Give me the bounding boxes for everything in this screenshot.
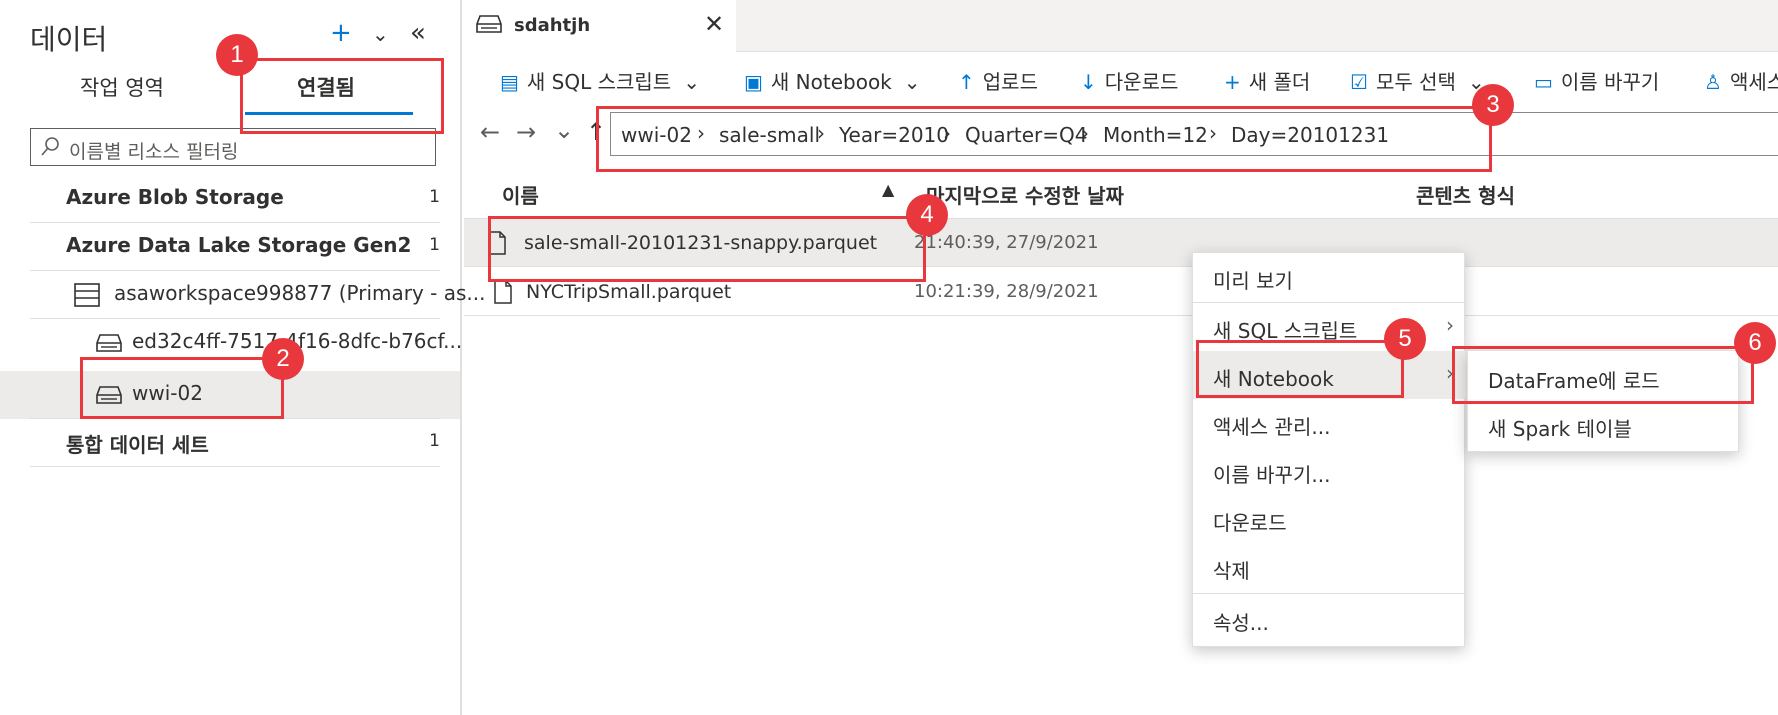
download-icon: ↓ bbox=[1080, 70, 1097, 94]
forward-arrow-icon[interactable]: → bbox=[516, 118, 536, 146]
step-badge: 2 bbox=[262, 338, 304, 380]
button-label: 이름 바꾸기 bbox=[1560, 70, 1660, 94]
column-header-modified[interactable]: 마지막으로 수정한 날짜 bbox=[926, 180, 1124, 209]
filter-placeholder: 이름별 리소스 필터링 bbox=[69, 141, 239, 163]
menu-item-manage-access[interactable]: 액세스 관리... bbox=[1193, 399, 1466, 447]
tree-item-label: Azure Data Lake Storage Gen2 bbox=[66, 233, 412, 257]
menu-item-label: 다운로드 bbox=[1213, 511, 1287, 535]
step-badge: 6 bbox=[1734, 322, 1776, 364]
toolbar: ▤ 새 SQL 스크립트 ⌄ ▣ 새 Notebook ⌄ ↑ 업로드 ↓ 다운로드 + 새 … bbox=[464, 52, 1778, 108]
notebook-icon: ▣ bbox=[744, 70, 763, 94]
menu-item-properties[interactable]: 속성... bbox=[1193, 595, 1466, 643]
expand-all-icon[interactable]: ⌄ bbox=[372, 22, 389, 46]
highlight-box bbox=[488, 216, 926, 282]
highlight-box bbox=[596, 106, 1492, 172]
plus-icon: + bbox=[1224, 70, 1241, 94]
highlight-box bbox=[240, 58, 444, 134]
chevron-down-icon[interactable]: ⌄ bbox=[554, 116, 574, 144]
collapse-pane-icon[interactable]: « bbox=[410, 18, 426, 48]
download-button[interactable]: ↓ 다운로드 bbox=[1080, 66, 1178, 95]
file-modified-date: 10:21:39, 28/9/2021 bbox=[914, 281, 1099, 302]
close-icon[interactable]: ✕ bbox=[704, 10, 724, 38]
access-button[interactable]: ♙ 액세스 bbox=[1704, 66, 1778, 95]
button-label: 다운로드 bbox=[1104, 70, 1179, 94]
sql-script-icon: ▤ bbox=[500, 70, 519, 94]
context-menu: 미리 보기 새 SQL 스크립트 › 새 Notebook › 액세스 관리... … bbox=[1192, 252, 1466, 647]
pane-title: 데이터 bbox=[30, 23, 108, 56]
highlight-box bbox=[1452, 346, 1754, 404]
button-label: 새 Notebook bbox=[770, 70, 892, 94]
button-label: 액세스 bbox=[1729, 70, 1778, 94]
checkbox-icon: ☑ bbox=[1350, 70, 1368, 94]
step-badge: 5 bbox=[1384, 318, 1426, 360]
back-arrow-icon[interactable]: ← bbox=[480, 118, 500, 146]
menu-item-preview[interactable]: 미리 보기 bbox=[1193, 253, 1466, 301]
chevron-right-icon: › bbox=[1446, 313, 1454, 337]
menu-item-label: 이름 바꾸기... bbox=[1213, 463, 1331, 487]
highlight-box bbox=[80, 357, 284, 419]
menu-item-label: 액세스 관리... bbox=[1213, 415, 1331, 439]
step-badge: 4 bbox=[906, 194, 948, 236]
upload-icon: ↑ bbox=[958, 70, 975, 94]
item-count: 1 bbox=[429, 187, 440, 207]
tree-item-asaworkspace[interactable]: asaworkspace998877 (Primary - as... bbox=[30, 271, 485, 319]
tree-item-adls-gen2[interactable]: Azure Data Lake Storage Gen2 1 bbox=[30, 223, 440, 271]
tab-label: sdahtjh bbox=[514, 15, 591, 36]
menu-divider bbox=[1193, 593, 1466, 594]
menu-item-delete[interactable]: 삭제 bbox=[1193, 543, 1466, 591]
menu-item-label: 속성... bbox=[1213, 611, 1269, 635]
container-icon bbox=[96, 334, 122, 352]
select-all-button[interactable]: ☑ 모두 선택 ⌄ bbox=[1350, 66, 1485, 95]
tab-strip bbox=[736, 0, 1778, 52]
sort-ascending-icon[interactable]: ▲ bbox=[882, 180, 894, 199]
new-notebook-button[interactable]: ▣ 새 Notebook ⌄ bbox=[744, 66, 921, 95]
rename-button[interactable]: ▭ 이름 바꾸기 bbox=[1534, 66, 1659, 95]
menu-item-download[interactable]: 다운로드 bbox=[1193, 495, 1466, 543]
menu-item-new-spark-table[interactable]: 새 Spark 테이블 bbox=[1468, 401, 1740, 449]
search-icon bbox=[41, 137, 59, 156]
button-label: 새 SQL 스크립트 bbox=[526, 70, 672, 94]
step-badge: 1 bbox=[216, 34, 258, 76]
tree-item-label: Azure Blob Storage bbox=[66, 185, 284, 209]
storage-account-icon bbox=[74, 283, 100, 307]
add-icon[interactable]: + bbox=[330, 18, 352, 48]
rename-icon: ▭ bbox=[1534, 70, 1553, 94]
step-badge: 3 bbox=[1472, 84, 1514, 126]
new-folder-button[interactable]: + 새 폴더 bbox=[1224, 66, 1310, 95]
column-header-content-type[interactable]: 콘텐츠 형식 bbox=[1416, 180, 1515, 209]
item-count: 1 bbox=[429, 235, 440, 255]
button-label: 업로드 bbox=[982, 70, 1038, 94]
file-icon bbox=[494, 280, 512, 304]
tab-sdahtjh[interactable]: sdahtjh ✕ bbox=[464, 0, 736, 52]
upload-button[interactable]: ↑ 업로드 bbox=[958, 66, 1038, 95]
person-icon: ♙ bbox=[1704, 70, 1722, 94]
container-icon bbox=[476, 15, 502, 33]
column-header-name[interactable]: 이름 bbox=[502, 180, 539, 209]
button-label: 모두 선택 bbox=[1375, 70, 1456, 94]
highlight-box bbox=[1196, 340, 1404, 398]
file-name: NYCTripSmall.parquet bbox=[526, 281, 732, 303]
menu-item-label: 새 Spark 테이블 bbox=[1488, 417, 1632, 441]
file-modified-date: 21:40:39, 27/9/2021 bbox=[914, 232, 1099, 253]
menu-item-label: 미리 보기 bbox=[1213, 269, 1293, 293]
tree-item-label: 통합 데이터 세트 bbox=[66, 433, 209, 457]
tree-item-integration-datasets[interactable]: 통합 데이터 세트 1 bbox=[30, 419, 440, 467]
chevron-down-icon: ⌄ bbox=[903, 70, 921, 94]
item-count: 1 bbox=[429, 431, 440, 451]
chevron-down-icon: ⌄ bbox=[683, 70, 700, 94]
menu-item-rename[interactable]: 이름 바꾸기... bbox=[1193, 447, 1466, 495]
tab-workspace[interactable]: 작업 영역 bbox=[80, 72, 164, 102]
menu-item-label: 삭제 bbox=[1213, 559, 1250, 583]
button-label: 새 폴더 bbox=[1248, 70, 1311, 94]
tree-item-label: asaworkspace998877 (Primary - as... bbox=[114, 281, 486, 305]
new-sql-script-button[interactable]: ▤ 새 SQL 스크립트 ⌄ bbox=[500, 66, 700, 95]
tree-item-azure-blob-storage[interactable]: Azure Blob Storage 1 bbox=[30, 175, 440, 223]
